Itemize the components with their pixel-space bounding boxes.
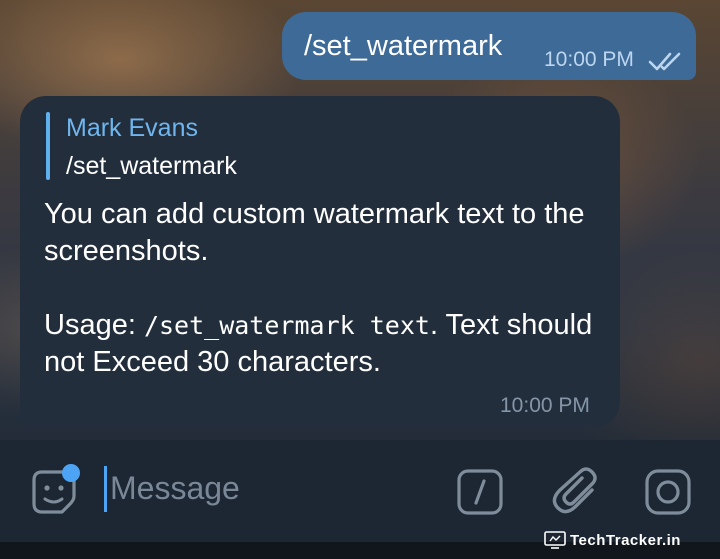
watermark: TechTracker.in — [544, 529, 681, 551]
camera-icon[interactable] — [644, 468, 692, 516]
message-input-bar: Message — [0, 440, 720, 542]
reply-quote-bar — [46, 112, 50, 180]
incoming-message-bubble[interactable]: Mark Evans /set_watermark You can add cu… — [20, 96, 620, 428]
screen-icon — [544, 531, 566, 549]
outgoing-message-time: 10:00 PM — [544, 48, 634, 71]
usage-code: /set_watermark text — [143, 311, 430, 340]
attach-icon[interactable] — [552, 466, 602, 518]
double-check-icon — [648, 52, 681, 71]
reply-author[interactable]: Mark Evans — [66, 114, 198, 143]
message-input[interactable]: Message — [110, 470, 410, 507]
reply-quoted-text[interactable]: /set_watermark — [66, 152, 237, 181]
message-body: You can add custom watermark text to the… — [44, 196, 608, 381]
bot-command-icon[interactable] — [456, 468, 504, 516]
text-cursor — [104, 466, 107, 512]
outgoing-message-text: /set_watermark — [304, 30, 503, 62]
sticker-notification-dot — [62, 464, 80, 482]
usage-prefix: Usage: — [44, 309, 144, 341]
message-paragraph: You can add custom watermark text to the… — [44, 198, 585, 267]
outgoing-message-bubble[interactable]: /set_watermark 10:00 PM — [282, 12, 696, 80]
watermark-text: TechTracker.in — [570, 531, 681, 549]
incoming-message-time: 10:00 PM — [500, 394, 590, 417]
usage-paragraph: Usage: /set_watermark text. Text should … — [44, 307, 608, 381]
